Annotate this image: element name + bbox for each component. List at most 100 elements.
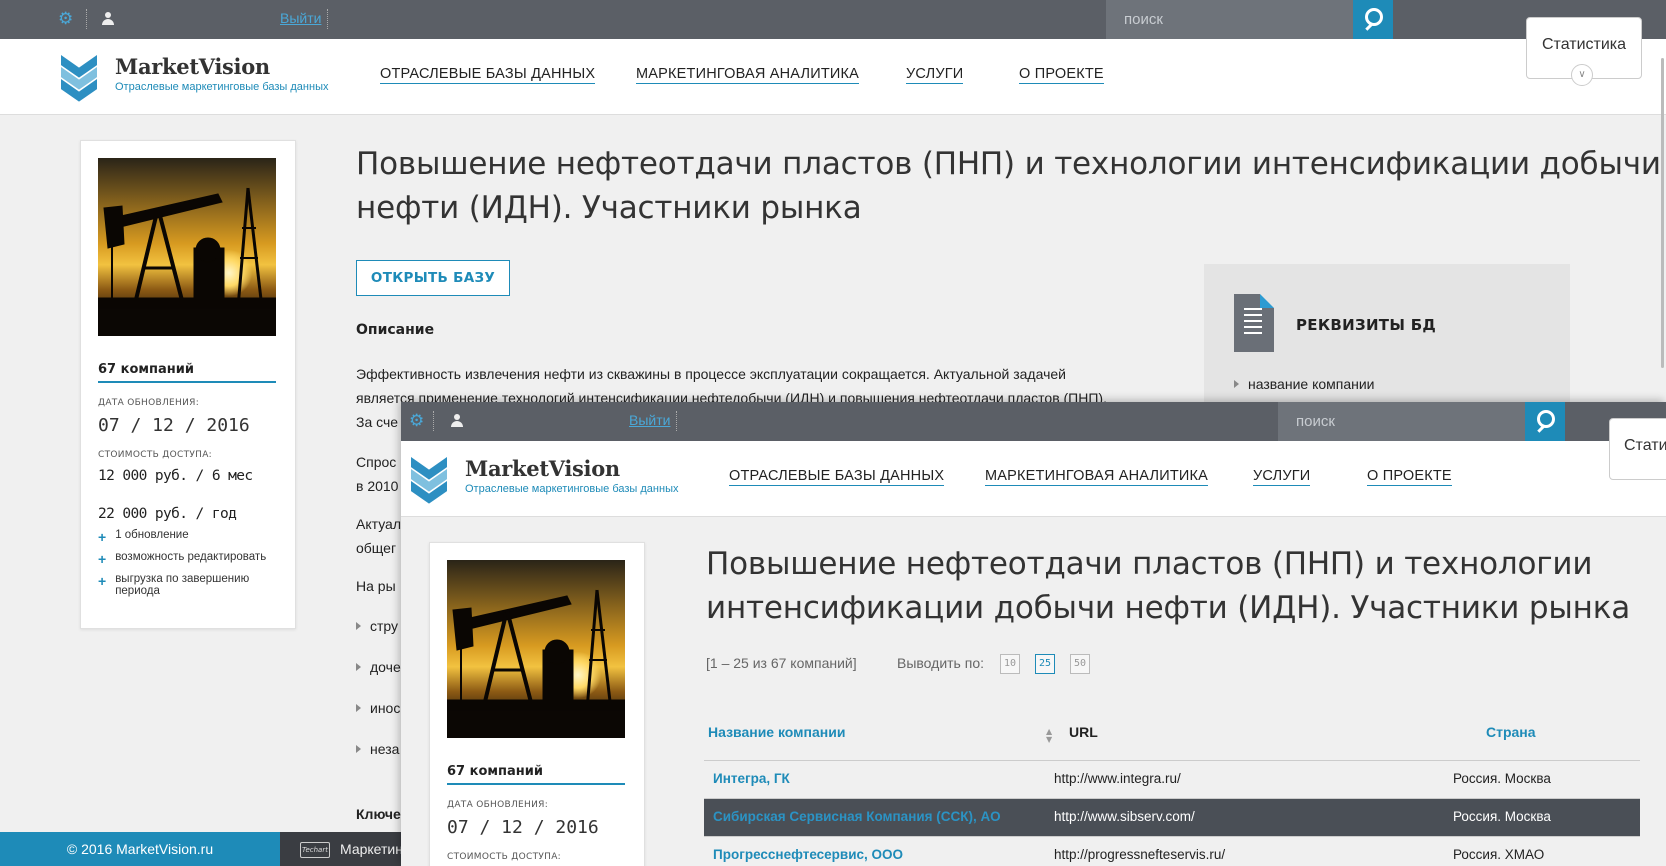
plus-icon: + <box>98 573 107 589</box>
price-label: СТОИМОСТЬ ДОСТУПА: <box>98 450 213 460</box>
user-icon[interactable] <box>102 12 114 26</box>
company-url: http://progressnefteservis.ru/ <box>1054 847 1226 862</box>
plus-icon: + <box>98 529 107 545</box>
user-icon[interactable] <box>451 414 463 428</box>
update-date: 07 / 12 / 2016 <box>447 817 599 838</box>
oil-pump-image <box>447 560 625 738</box>
logout-link[interactable]: Выйти <box>280 10 321 26</box>
site-header: MarketVision Отраслевые маркетинговые ба… <box>0 39 1666 115</box>
open-database-button[interactable]: ОТКРЫТЬ БАЗУ <box>356 260 510 296</box>
feature-item: + выгрузка по завершению периода <box>98 573 250 597</box>
divider <box>86 9 87 29</box>
companies-count: 67 компаний <box>98 362 194 377</box>
company-url: http://www.sibserv.com/ <box>1054 809 1195 824</box>
table-row[interactable]: Сибирская Сервисная Компания (ССК), АО h… <box>704 798 1640 836</box>
company-name[interactable]: Прогресснефтесервис, ООО <box>713 847 903 862</box>
table-row[interactable]: Интегра, ГК http://www.integra.ru/ Росси… <box>704 760 1640 798</box>
footer-marketing-link[interactable]: Маркетин <box>340 832 403 866</box>
results-range: [1 – 25 из 67 компаний] <box>706 655 857 671</box>
divider <box>327 9 328 29</box>
search-button[interactable] <box>1525 402 1565 441</box>
nav-industry-databases[interactable]: ОТРАСЛЕВЫЕ БАЗЫ ДАННЫХ <box>380 66 596 84</box>
footer: © 2016 MarketVision.ru Techart Маркетин <box>0 832 403 866</box>
list-item: доче <box>356 659 401 675</box>
statistics-label: Стати <box>1624 437 1666 454</box>
gear-icon[interactable]: ⚙ <box>409 412 424 431</box>
nav-about[interactable]: О ПРОЕКТЕ <box>1019 66 1104 84</box>
company-name[interactable]: Сибирская Сервисная Компания (ССК), АО <box>713 809 1001 824</box>
top-bar: ⚙ Выйти поиск <box>401 402 1666 441</box>
search-input[interactable]: поиск <box>1106 0 1353 39</box>
page-title: Повышение нефтеотдачи пластов (ПНП) и те… <box>706 546 1631 626</box>
divider <box>447 783 625 785</box>
oil-pump-image <box>98 158 276 336</box>
sort-icon[interactable]: ▲ ▼ <box>1046 728 1052 744</box>
search-button[interactable] <box>1353 0 1393 39</box>
per-page-label: Выводить по: <box>897 655 985 671</box>
logo-tagline: Отраслевые маркетинговые базы данных <box>465 483 679 495</box>
plus-icon: + <box>98 551 107 567</box>
statistics-button[interactable]: Стати <box>1609 418 1666 480</box>
company-country: Россия. Москва <box>1453 809 1551 824</box>
list-item: неза <box>356 741 399 757</box>
statistics-label: Статистика <box>1541 36 1627 53</box>
nav-marketing-analytics[interactable]: МАРКЕТИНГОВАЯ АНАЛИТИКА <box>985 468 1209 486</box>
company-url: http://www.integra.ru/ <box>1054 771 1181 786</box>
update-label: ДАТА ОБНОВЛЕНИЯ: <box>447 800 549 810</box>
nav-services[interactable]: УСЛУГИ <box>1253 468 1311 486</box>
update-date: 07 / 12 / 2016 <box>98 415 250 436</box>
nav-marketing-analytics[interactable]: МАРКЕТИНГОВАЯ АНАЛИТИКА <box>636 66 860 84</box>
description-paragraph: На ры <box>356 578 396 594</box>
gear-icon[interactable]: ⚙ <box>58 10 73 29</box>
logo-name[interactable]: MarketVision <box>465 456 620 481</box>
divider <box>98 381 276 383</box>
price-label: СТОИМОСТЬ ДОСТУПА: <box>447 852 562 862</box>
footer-copyright: © 2016 MarketVision.ru <box>0 832 280 866</box>
per-page-10[interactable]: 10 <box>1000 654 1020 674</box>
feature-item: + возможность редактировать <box>98 551 267 567</box>
per-page-25[interactable]: 25 <box>1035 654 1055 674</box>
per-page-50[interactable]: 50 <box>1070 654 1090 674</box>
top-bar: ⚙ Выйти поиск <box>0 0 1666 39</box>
database-card: 67 компаний ДАТА ОБНОВЛЕНИЯ: 07 / 12 / 2… <box>429 542 645 866</box>
divider <box>676 411 677 431</box>
requisites-panel: РЕКВИЗИТЫ БД название компании <box>1204 264 1570 414</box>
list-item: стру <box>356 618 398 634</box>
nav-services[interactable]: УСЛУГИ <box>906 66 964 84</box>
description-paragraph: Спрос в 2010 <box>356 454 399 494</box>
column-header-country[interactable]: Страна <box>1486 724 1536 740</box>
company-country: Россия. ХМАО <box>1453 847 1545 862</box>
logo-tagline: Отраслевые маркетинговые базы данных <box>115 81 329 93</box>
search-input[interactable]: поиск <box>1278 402 1525 441</box>
list-item: инос <box>356 700 400 716</box>
nav-about[interactable]: О ПРОЕКТЕ <box>1367 468 1452 486</box>
company-name[interactable]: Интегра, ГК <box>713 771 790 786</box>
chevron-down-icon[interactable]: ∨ <box>1571 64 1593 86</box>
update-label: ДАТА ОБНОВЛЕНИЯ: <box>98 398 200 408</box>
column-header-company[interactable]: Название компании <box>708 724 845 740</box>
logo-name[interactable]: MarketVision <box>115 54 270 79</box>
key-heading: Ключе <box>356 806 401 822</box>
techart-logo[interactable]: Techart <box>300 842 330 858</box>
company-country: Россия. Москва <box>1453 771 1551 786</box>
divider <box>433 411 434 431</box>
description-paragraph: Актуал общег <box>356 516 401 556</box>
overlay-window: ⚙ Выйти поиск MarketVision Отраслевые ма… <box>401 402 1666 866</box>
page-title: Повышение нефтеотдачи пластов (ПНП) и те… <box>356 146 1661 226</box>
database-card: 67 компаний ДАТА ОБНОВЛЕНИЯ: 07 / 12 / 2… <box>80 140 296 629</box>
scrollbar[interactable] <box>1661 58 1664 368</box>
companies-count: 67 компаний <box>447 764 543 779</box>
logout-link[interactable]: Выйти <box>629 412 670 428</box>
column-header-url: URL <box>1069 724 1098 740</box>
nav-industry-databases[interactable]: ОТРАСЛЕВЫЕ БАЗЫ ДАННЫХ <box>729 468 945 486</box>
price-6-months: 12 000 руб. / 6 мес <box>98 468 253 484</box>
statistics-button[interactable]: Статистика ∨ <box>1526 17 1642 86</box>
logo-icon[interactable] <box>61 55 101 102</box>
table-row[interactable]: Прогресснефтесервис, ООО http://progress… <box>704 836 1640 866</box>
price-year: 22 000 руб. / год <box>98 506 237 522</box>
description-heading: Описание <box>356 322 435 338</box>
requisites-title: РЕКВИЗИТЫ БД <box>1296 316 1437 334</box>
feature-item: +1 обновление <box>98 529 189 545</box>
requisites-item: название компании <box>1234 376 1375 392</box>
logo-icon[interactable] <box>411 457 451 504</box>
